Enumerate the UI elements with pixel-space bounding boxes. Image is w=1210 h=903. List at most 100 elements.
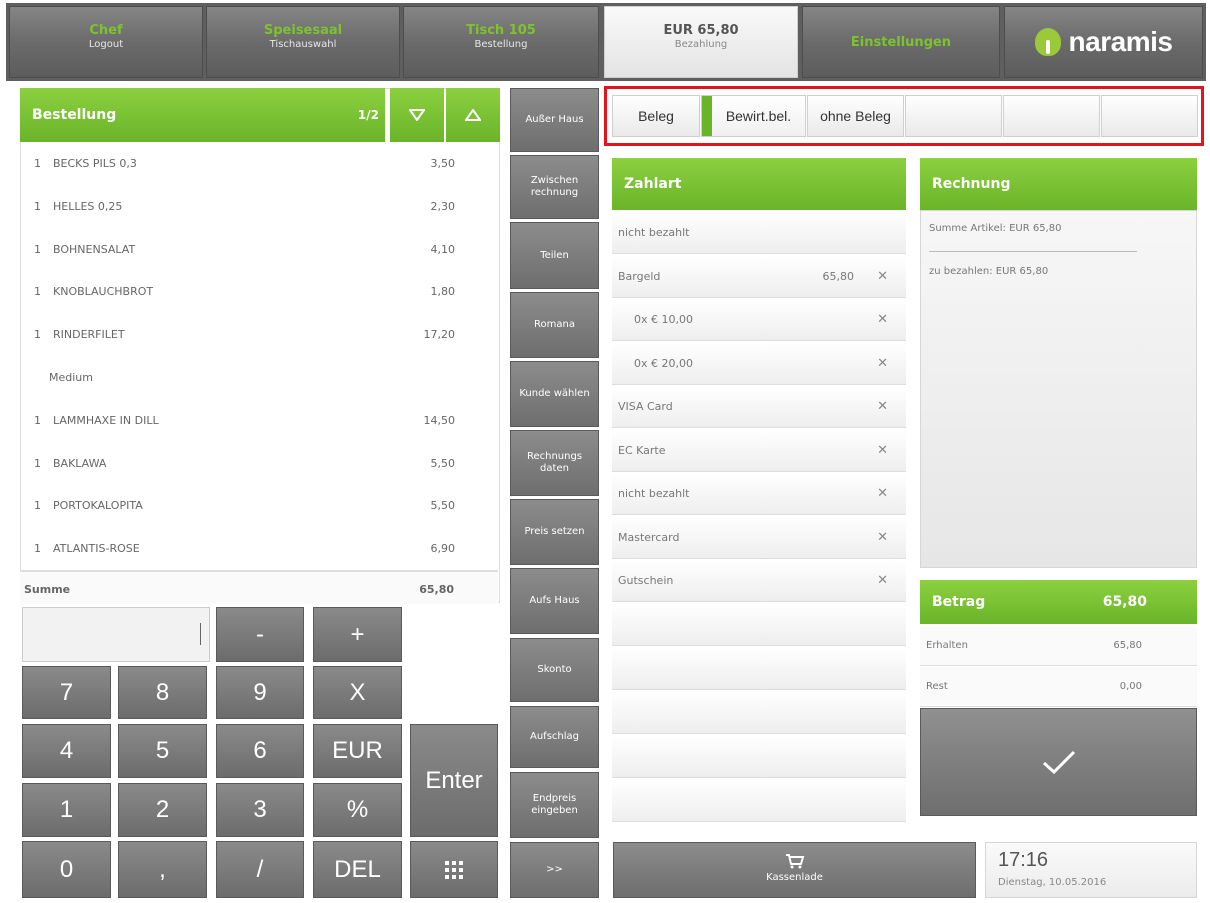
order-item-row[interactable]: 1 ATLANTIS-ROSE 6,90	[21, 527, 499, 570]
order-item-name: BAKLAWA	[53, 456, 107, 470]
remove-icon[interactable]: ✕	[877, 486, 888, 501]
remove-icon[interactable]: ✕	[877, 573, 888, 588]
receipt-empty-button-3[interactable]	[1101, 95, 1198, 137]
receipt-empty-button-2[interactable]	[1003, 95, 1100, 137]
key-plus[interactable]: +	[313, 607, 402, 662]
function-button[interactable]: Skonto	[510, 638, 599, 702]
receipt-empty-button-1[interactable]	[905, 95, 1002, 137]
order-sum-row: Summe 65,80	[20, 570, 498, 604]
order-page: 1/2	[357, 108, 379, 122]
function-button[interactable]: Endpreis eingeben	[510, 772, 599, 838]
order-item-row[interactable]: 1 BAKLAWA 5,50	[21, 442, 499, 485]
function-button[interactable]: Preis setzen	[510, 499, 599, 565]
nav-einstellungen[interactable]: Einstellungen	[802, 6, 1000, 78]
function-button[interactable]: Kunde wählen	[510, 361, 599, 427]
key-percent[interactable]: %	[313, 783, 402, 837]
key-enter[interactable]: Enter	[410, 724, 498, 837]
order-item-row[interactable]: 1 HELLES 0,25 2,30	[21, 185, 499, 228]
scroll-down-button[interactable]	[390, 88, 444, 142]
zahlart-row[interactable]: 0x € 20,00 ✕	[612, 342, 906, 385]
zahlart-label: 0x € 10,00	[634, 313, 693, 326]
remove-icon[interactable]: ✕	[877, 269, 888, 284]
order-item-row[interactable]: 1 BECKS PILS 0,3 3,50	[21, 142, 499, 185]
nav-bezahlung[interactable]: EUR 65,80 Bezahlung	[604, 6, 798, 78]
zahlart-row[interactable]: 0x € 10,00 ✕	[612, 299, 906, 341]
zahlart-row[interactable]: VISA Card ✕	[612, 386, 906, 428]
function-button[interactable]: Teilen	[510, 222, 599, 289]
nav-speisesaal-title: Speisesaal	[263, 23, 343, 38]
zahlart-row[interactable]: Gutschein ✕	[612, 560, 906, 602]
zahlart-row[interactable]: EC Karte ✕	[612, 429, 906, 472]
betrag-header: Betrag 65,80	[920, 580, 1197, 624]
remove-icon[interactable]: ✕	[877, 399, 888, 414]
kassenlade-button[interactable]: Kassenlade	[613, 842, 976, 898]
order-item-row[interactable]: 1 PORTOKALOPITA 5,50	[21, 484, 499, 527]
order-item-qty: 1	[34, 542, 41, 556]
scroll-up-button[interactable]	[446, 88, 500, 142]
nav-speisesaal[interactable]: Speisesaal Tischauswahl	[206, 6, 400, 78]
confirm-payment-button[interactable]	[920, 708, 1197, 816]
function-button[interactable]: Rechnungs daten	[510, 430, 599, 496]
remove-icon[interactable]: ✕	[877, 312, 888, 327]
remove-icon[interactable]: ✕	[877, 356, 888, 371]
order-item-row[interactable]: Medium	[21, 356, 499, 399]
zahlart-row[interactable]: nicht bezahlt	[612, 212, 906, 254]
key-5[interactable]: 5	[118, 724, 207, 778]
key-3[interactable]: 3	[216, 783, 304, 837]
receipt-beleg-button[interactable]: Beleg	[612, 95, 700, 137]
function-button[interactable]: Romana	[510, 292, 599, 358]
order-item-name: HELLES 0,25	[53, 199, 123, 213]
amount-input[interactable]	[22, 607, 210, 662]
order-item-qty: 1	[34, 242, 41, 256]
zahlart-row[interactable]: nicht bezahlt ✕	[612, 473, 906, 515]
key-7[interactable]: 7	[22, 666, 111, 719]
function-button[interactable]: Aufschlag	[510, 706, 599, 768]
function-button[interactable]: Außer Haus	[510, 88, 599, 152]
key-2[interactable]: 2	[118, 783, 207, 837]
clock-time: 17:16	[998, 849, 1049, 871]
key-1[interactable]: 1	[22, 783, 111, 837]
triangle-up-icon	[465, 109, 481, 121]
key-multiply[interactable]: X	[313, 666, 402, 719]
key-eur[interactable]: EUR	[313, 724, 402, 778]
receipt-beleg-label: Beleg	[638, 108, 674, 124]
order-item-row[interactable]: 1 RINDERFILET 17,20	[21, 313, 499, 356]
key-minus[interactable]: -	[216, 607, 304, 662]
receipt-ohne-button[interactable]: ohne Beleg	[807, 95, 904, 137]
erhalten-label: Erhalten	[926, 640, 968, 651]
naramis-logo-icon	[1034, 28, 1061, 56]
key-delete[interactable]: DEL	[313, 841, 402, 898]
zahlart-label: 0x € 20,00	[634, 356, 693, 370]
rest-value: 0,00	[1119, 681, 1142, 692]
order-item-price: 5,50	[430, 456, 456, 470]
nav-tisch[interactable]: Tisch 105 Bestellung	[403, 6, 599, 78]
zahlart-label: Bargeld	[618, 269, 661, 283]
key-4[interactable]: 4	[22, 724, 111, 778]
zahlart-empty-row	[612, 736, 906, 778]
order-item-qty: 1	[34, 199, 41, 213]
key-9[interactable]: 9	[216, 666, 304, 719]
key-comma[interactable]: ,	[118, 841, 207, 898]
remove-icon[interactable]: ✕	[877, 443, 888, 458]
triangle-down-icon	[409, 109, 425, 121]
key-0[interactable]: 0	[22, 841, 111, 898]
function-button[interactable]: Aufs Haus	[510, 568, 599, 634]
zahlart-empty-row	[612, 604, 906, 646]
zahlart-header: Zahlart	[612, 158, 906, 210]
function-button[interactable]: >>	[510, 842, 599, 898]
keypad-grid-button[interactable]	[410, 841, 498, 898]
zahlart-empty-row	[612, 692, 906, 734]
remove-icon[interactable]: ✕	[877, 530, 888, 545]
order-sum-label: Summe	[24, 583, 71, 596]
key-6[interactable]: 6	[216, 724, 304, 778]
function-button[interactable]: Zwischen rechnung	[510, 155, 599, 219]
order-item-row[interactable]: 1 BOHNENSALAT 4,10	[21, 228, 499, 271]
receipt-bewirt-button[interactable]: Bewirt.bel.	[701, 95, 806, 137]
nav-chef-logout[interactable]: Chef Logout	[9, 6, 203, 78]
zahlart-row[interactable]: Mastercard ✕	[612, 516, 906, 559]
zahlart-row[interactable]: Bargeld 65,80 ✕	[612, 255, 906, 298]
order-item-row[interactable]: 1 LAMMHAXE IN DILL 14,50	[21, 399, 499, 442]
order-item-row[interactable]: 1 KNOBLAUCHBROT 1,80	[21, 270, 499, 313]
key-slash[interactable]: /	[216, 841, 304, 898]
key-8[interactable]: 8	[118, 666, 207, 719]
